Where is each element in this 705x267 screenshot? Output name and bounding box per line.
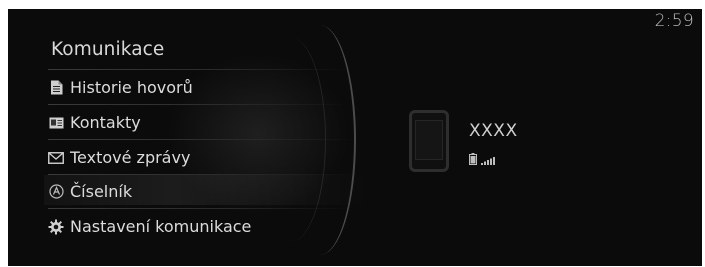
battery-icon (469, 150, 477, 169)
menu-item-label: Nastavení komunikace (70, 217, 252, 236)
device-status (469, 150, 497, 169)
menu-item-text-messages[interactable]: Textové zprávy (48, 142, 368, 173)
phone-icon (409, 110, 449, 172)
menu-item-label: Historie hovorů (70, 78, 193, 97)
menu-item-contacts[interactable]: Kontakty (48, 107, 368, 138)
envelope-icon (48, 150, 64, 166)
menu-divider (48, 104, 348, 105)
menu-divider (48, 208, 348, 209)
contact-card-icon (48, 115, 64, 131)
clock: 2:59 (654, 11, 694, 31)
menu-item-label: Číselník (70, 182, 133, 201)
signal-strength-icon (481, 150, 497, 169)
connected-device-name: XXXX (469, 121, 518, 141)
document-icon (48, 80, 64, 96)
infotainment-screen: 2:59 Komunikace Historie hovorů Kontakty… (8, 9, 702, 266)
menu-divider (48, 139, 358, 140)
menu-item-dialpad[interactable]: Číselník (48, 176, 368, 207)
menu-divider (48, 69, 348, 70)
dialpad-icon (48, 184, 64, 200)
menu-item-call-history[interactable]: Historie hovorů (48, 72, 368, 103)
menu-item-label: Textové zprávy (70, 148, 191, 167)
menu-item-communication-settings[interactable]: Nastavení komunikace (48, 211, 368, 242)
menu-title: Komunikace (51, 39, 165, 60)
menu-item-label: Kontakty (70, 113, 141, 132)
gear-icon (48, 219, 64, 235)
